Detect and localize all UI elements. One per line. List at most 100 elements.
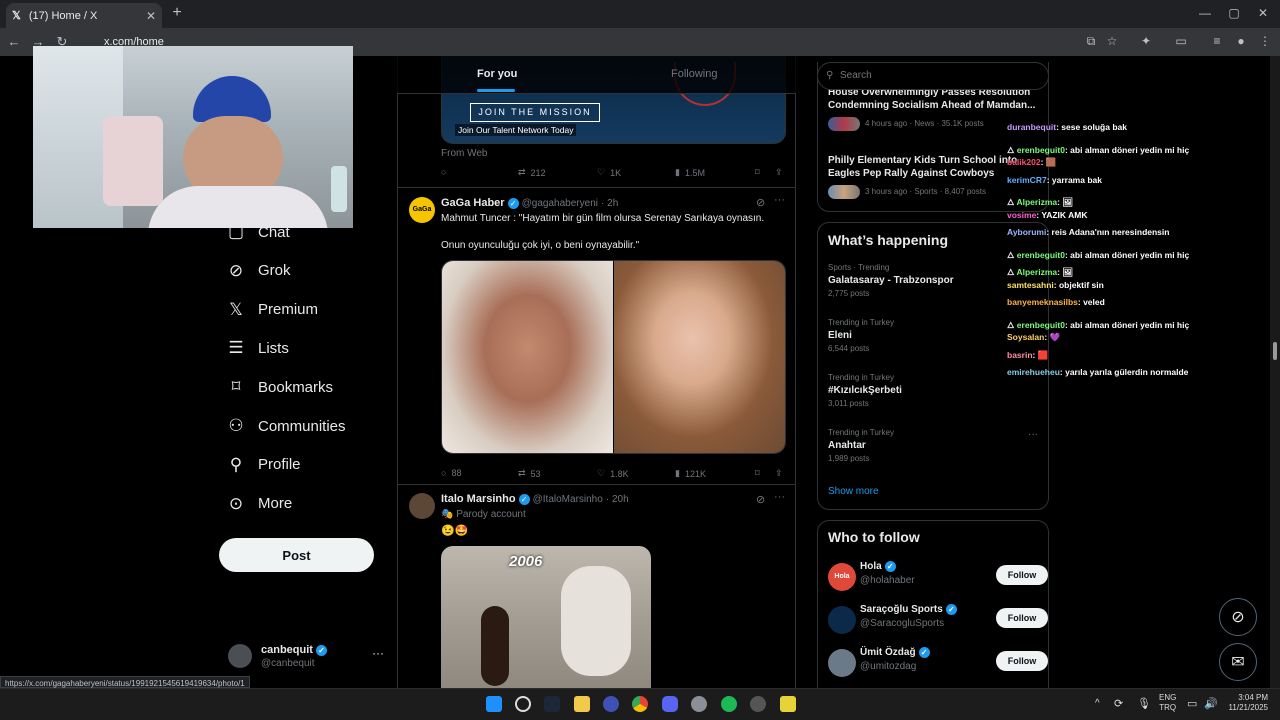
more-options-icon[interactable]: ···	[372, 646, 384, 660]
share-icon[interactable]: ⇪	[775, 167, 783, 178]
join-mission-button[interactable]: JOIN THE MISSION	[470, 103, 600, 122]
profile-avatar-icon[interactable]: ●	[1232, 34, 1250, 48]
news-meta: 3 hours ago · Sports · 8,407 posts	[865, 187, 986, 196]
trend-item[interactable]: Trending in Turkey #KızılcıkŞerbeti 3,01…	[828, 373, 1040, 408]
share-icon[interactable]: ⇪	[775, 468, 783, 479]
follow-button[interactable]: Follow	[996, 608, 1048, 628]
retweet-button[interactable]: ⇄ 212	[518, 167, 546, 178]
app-icon[interactable]	[603, 696, 619, 712]
chrome-icon[interactable]	[632, 696, 648, 712]
tweet-text: Onun oyunculuğu çok iyi, o beni oynayabi…	[441, 240, 640, 251]
scrollbar-thumb[interactable]	[1273, 342, 1277, 360]
menu-kebab-icon[interactable]: ⋮	[1256, 34, 1274, 48]
back-icon[interactable]: ←	[6, 34, 22, 49]
bookmark-icon[interactable]: ⌑	[755, 167, 760, 178]
discord-icon[interactable]	[662, 696, 678, 712]
nav-item-bookmarks[interactable]: ⌑ Bookmarks	[226, 372, 333, 402]
app-icon[interactable]	[750, 696, 766, 712]
more-options-icon[interactable]: ···	[774, 491, 785, 503]
trend-more-icon[interactable]: ···	[1028, 429, 1038, 440]
minimize-icon[interactable]: —	[1195, 6, 1215, 20]
maximize-icon[interactable]: ▢	[1224, 6, 1244, 20]
search-taskbar-icon[interactable]	[515, 696, 531, 712]
follow-suggestion[interactable]: Ümit Özdağ ✓ @umitozdag Follow	[828, 647, 1048, 677]
chat-message: Soysalan: 💜	[1007, 332, 1060, 343]
network-icon[interactable]: ▭	[1187, 697, 1197, 710]
sidebar-icon[interactable]: ▭	[1172, 34, 1190, 48]
nav-item-communities[interactable]: ⚇ Communities	[226, 411, 345, 441]
grok-fab-icon[interactable]: ⊘	[1219, 598, 1257, 636]
tweet-media[interactable]	[441, 260, 786, 454]
like-button[interactable]: ♡ 1.8K	[597, 468, 629, 479]
photo-right[interactable]	[614, 261, 785, 453]
mic-icon[interactable]: 🎙	[1137, 697, 1151, 710]
views-button[interactable]: ▮ 1.5M	[675, 167, 705, 178]
more-options-icon[interactable]: ···	[774, 194, 785, 206]
author-handle[interactable]: @ItaloMarsinho	[533, 494, 603, 505]
retweet-button[interactable]: ⇄ 53	[518, 468, 541, 479]
like-button[interactable]: ♡ 1K	[597, 167, 621, 178]
new-tab-icon[interactable]: +	[168, 4, 186, 24]
trend-item[interactable]: Trending in Turkey Anahtar 1,989 posts	[828, 428, 1040, 463]
nav-item-profile[interactable]: ⚲ Profile	[226, 450, 301, 480]
nav-item-lists[interactable]: ☰ Lists	[226, 333, 288, 363]
media-icon[interactable]: ≡	[1208, 34, 1226, 48]
suggestion-name: Hola	[860, 561, 882, 573]
chat-text: : reis Adana'nın neresindensin	[1046, 227, 1170, 237]
follow-suggestion[interactable]: Saraçoğlu Sports ✓ @SaracogluSports Follo…	[828, 604, 1048, 634]
tweet-time[interactable]: · 2h	[601, 198, 618, 209]
reply-button[interactable]: ○ 88	[441, 468, 461, 478]
show-more-link[interactable]: Show more	[828, 486, 879, 497]
page-scrollbar[interactable]	[1270, 56, 1280, 688]
author-name[interactable]: GaGa Haber	[441, 197, 505, 209]
app-icon[interactable]	[780, 696, 796, 712]
search-input[interactable]: Search	[817, 62, 1049, 90]
install-app-icon[interactable]: ⧉	[1082, 34, 1100, 49]
language-indicator[interactable]: ENG TRQ	[1159, 693, 1176, 713]
account-switcher[interactable]: canbequit ✓ @canbequit ···	[228, 642, 388, 676]
suggestion-handle: @umitozdag	[860, 661, 917, 672]
spotify-icon[interactable]	[721, 696, 737, 712]
bookmark-icon[interactable]: ⌑	[755, 468, 760, 479]
tab-for-you[interactable]: For you	[477, 68, 517, 80]
bookmark-star-icon[interactable]: ☆	[1103, 34, 1121, 48]
follow-button[interactable]: Follow	[996, 651, 1048, 671]
close-window-icon[interactable]: ✕	[1253, 6, 1273, 20]
avatar[interactable]	[409, 493, 435, 519]
grok-icon[interactable]: ⊘	[756, 196, 765, 209]
tray-chevron-icon[interactable]: ^	[1095, 698, 1100, 709]
post-button[interactable]: Post	[219, 538, 374, 572]
browser-tab[interactable]: 𝕏 (17) Home / X ✕	[6, 3, 162, 28]
nav-item-grok[interactable]: ⊘ Grok	[226, 256, 291, 286]
tweet[interactable]: Italo Marsinho ✓ @ItaloMarsinho · 20h ⊘ ·…	[398, 485, 795, 692]
sync-icon[interactable]: ⟳	[1114, 697, 1123, 710]
tweet-media[interactable]: 2006	[441, 546, 651, 692]
grok-icon[interactable]: ⊘	[756, 493, 765, 506]
tweet-time[interactable]: · 20h	[606, 494, 629, 505]
extensions-icon[interactable]: ✦	[1137, 34, 1155, 48]
follow-button[interactable]: Follow	[996, 565, 1048, 585]
author-handle[interactable]: @gagahaberyeni	[522, 198, 598, 209]
clock[interactable]: 3:04 PM 11/21/2025	[1222, 693, 1268, 713]
chat-message: 🜂 erenbeguit0: abi alman döneri yedin mi…	[1007, 245, 1189, 263]
reply-icon[interactable]: ○	[441, 167, 446, 177]
tweet[interactable]: GaGa GaGa Haber ✓ @gagahaberyeni · 2h ⊘ ·…	[398, 188, 795, 484]
tab-following[interactable]: Following	[671, 68, 717, 80]
nav-item-label: Premium	[258, 301, 319, 319]
volume-icon[interactable]: 🔊	[1204, 697, 1218, 710]
follow-suggestion[interactable]: Hola Hola ✓ @holahaber Follow	[828, 561, 1048, 591]
trend-title: Anahtar	[828, 440, 866, 451]
nav-item-more[interactable]: ⊙ More	[226, 489, 292, 519]
start-icon[interactable]	[486, 696, 502, 712]
file-explorer-icon[interactable]	[574, 696, 590, 712]
messages-fab-icon[interactable]: ✉	[1219, 643, 1257, 681]
close-tab-icon[interactable]: ✕	[146, 9, 156, 23]
steam-icon[interactable]	[544, 696, 560, 712]
chair	[103, 116, 163, 206]
views-button[interactable]: ▮ 121K	[675, 468, 706, 479]
settings-icon[interactable]	[691, 696, 707, 712]
nav-item-premium[interactable]: 𝕏 Premium	[226, 295, 318, 325]
avatar[interactable]: GaGa	[409, 197, 435, 223]
author-name[interactable]: Italo Marsinho	[441, 493, 516, 505]
photo-left[interactable]	[442, 261, 613, 453]
